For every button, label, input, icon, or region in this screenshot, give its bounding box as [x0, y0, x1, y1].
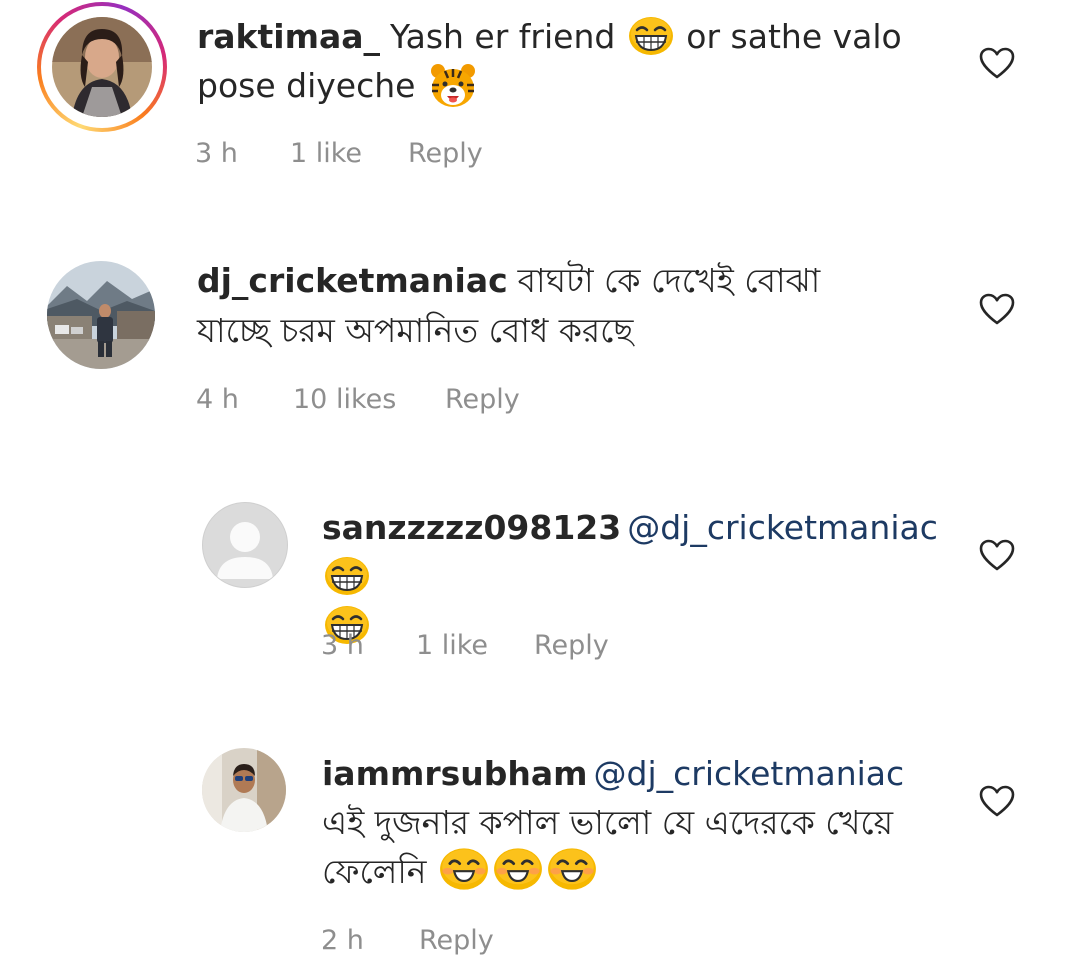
- comment-username[interactable]: sanzzzzz098123: [322, 508, 621, 547]
- smiling-eyes-emoji-icon: [547, 847, 597, 891]
- comment-body: এই দুজনার কপাল ভালো যে এদেরকে খেয়ে ফেলে…: [322, 803, 894, 891]
- comment-time: 2 h: [321, 925, 364, 956]
- comment-body: Yash er friend: [390, 17, 626, 56]
- comment-likes[interactable]: 1 like: [416, 630, 488, 661]
- grinning-squint-emoji-icon: [324, 556, 370, 596]
- reply-button[interactable]: Reply: [408, 138, 483, 169]
- avatar[interactable]: [52, 17, 152, 117]
- heart-outline-icon[interactable]: [979, 539, 1015, 571]
- avatar[interactable]: [47, 261, 155, 369]
- comment-text: sanzzzzz098123 @dj_cricketmaniac: [322, 503, 938, 650]
- comment-text: iammrsubham @dj_cricketmaniac এই দুজনার ক…: [322, 749, 922, 896]
- smiling-eyes-emoji-icon: [493, 847, 543, 891]
- heart-outline-icon[interactable]: [979, 293, 1015, 325]
- comment-text: raktimaa_ Yash er friend or sathe valo po…: [197, 12, 937, 110]
- avatar-default[interactable]: [202, 502, 288, 588]
- mention-link[interactable]: @dj_cricketmaniac: [594, 754, 905, 793]
- reply-button[interactable]: Reply: [445, 384, 520, 415]
- reply-button[interactable]: Reply: [419, 925, 494, 956]
- reply-button[interactable]: Reply: [534, 630, 609, 661]
- comment-likes[interactable]: 10 likes: [293, 384, 396, 415]
- heart-outline-icon[interactable]: [979, 47, 1015, 79]
- comment-username[interactable]: iammrsubham: [322, 754, 588, 793]
- default-user-icon: [217, 522, 273, 579]
- comment-time: 3 h: [195, 138, 238, 169]
- comment-time: 3 h: [321, 630, 364, 661]
- smiling-eyes-emoji-icon: [439, 847, 489, 891]
- comment-likes[interactable]: 1 like: [290, 138, 362, 169]
- mention-link[interactable]: @dj_cricketmaniac: [627, 508, 938, 547]
- comment-username[interactable]: raktimaa_: [197, 17, 380, 56]
- heart-outline-icon[interactable]: [979, 785, 1015, 817]
- avatar[interactable]: [202, 748, 286, 832]
- comment-time: 4 h: [196, 384, 239, 415]
- comment-username[interactable]: dj_cricketmaniac: [197, 261, 508, 300]
- tiger-face-emoji-icon: [428, 63, 478, 109]
- grinning-squint-emoji-icon: [628, 16, 674, 56]
- comment-text: dj_cricketmaniac বাঘটা কে দেখেই বোঝা যাচ্…: [197, 256, 897, 356]
